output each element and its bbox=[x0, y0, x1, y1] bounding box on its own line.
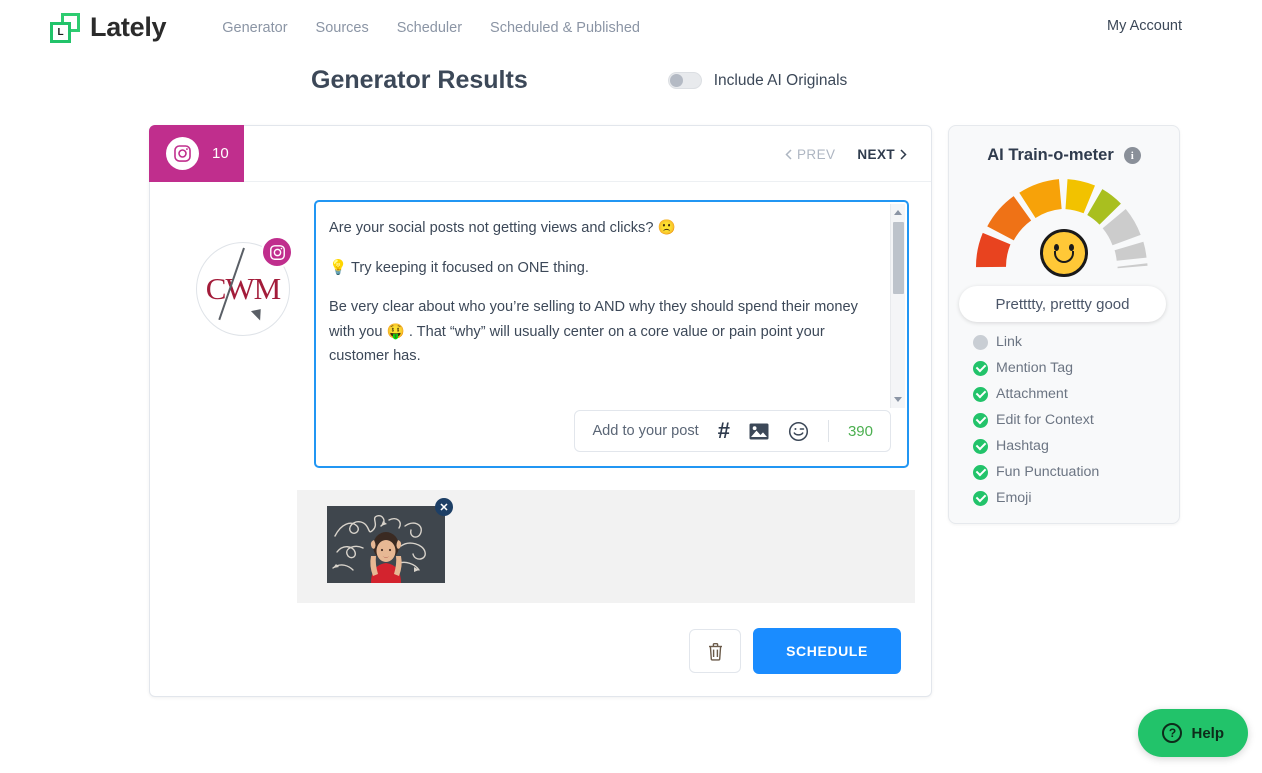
checklist-item-emoji: Emoji bbox=[973, 485, 1099, 511]
checklist-label: Emoji bbox=[996, 490, 1031, 506]
logo-front-square: L bbox=[50, 22, 71, 43]
checklist-item-link: Link bbox=[973, 329, 1099, 355]
ai-train-o-meter-panel: AI Train-o-meter i Pretttty, prettty goo… bbox=[948, 125, 1180, 524]
checklist-item-fun-punctuation: Fun Punctuation bbox=[973, 459, 1099, 485]
smiley-eye-left bbox=[1054, 244, 1059, 251]
editor-column: Are your social posts not getting views … bbox=[314, 200, 909, 468]
include-ai-originals-toggle[interactable] bbox=[668, 72, 702, 89]
avatar: CWM bbox=[196, 242, 290, 336]
attachment-thumbnail[interactable] bbox=[327, 506, 445, 583]
hashtag-icon[interactable]: # bbox=[718, 418, 730, 444]
info-icon[interactable]: i bbox=[1124, 147, 1141, 164]
checklist-item-attachment: Attachment bbox=[973, 381, 1099, 407]
toggle-knob bbox=[670, 74, 683, 87]
checklist-label: Edit for Context bbox=[996, 412, 1094, 428]
help-label: Help bbox=[1191, 725, 1224, 742]
nav-item-generator[interactable]: Generator bbox=[222, 20, 287, 36]
prev-button[interactable]: PREV bbox=[785, 147, 835, 162]
avatar-arrow-decoration bbox=[251, 309, 263, 322]
unchecked-circle-icon bbox=[973, 335, 988, 350]
check-circle-icon bbox=[973, 387, 988, 402]
include-ai-originals-label: Include AI Originals bbox=[714, 72, 848, 90]
scrollbar-thumb[interactable] bbox=[893, 222, 904, 294]
toolbar-divider bbox=[828, 420, 829, 442]
channel-post-count: 10 bbox=[212, 145, 229, 162]
card-action-buttons: SCHEDULE bbox=[689, 628, 901, 674]
page-title: Generator Results bbox=[311, 66, 528, 95]
logo-letter: L bbox=[57, 28, 63, 38]
checklist-item-hashtag: Hashtag bbox=[973, 433, 1099, 459]
meter-header: AI Train-o-meter i bbox=[949, 146, 1179, 165]
attachment-area: ✕ bbox=[297, 490, 915, 603]
remove-attachment-button[interactable]: ✕ bbox=[435, 498, 453, 516]
checklist-label: Hashtag bbox=[996, 438, 1049, 454]
avatar-column: CWM bbox=[172, 200, 314, 468]
delete-button[interactable] bbox=[689, 629, 741, 673]
prev-label: PREV bbox=[797, 147, 835, 162]
smiley-face-icon bbox=[1040, 229, 1088, 277]
checklist-item-mention-tag: Mention Tag bbox=[973, 355, 1099, 381]
chevron-right-icon bbox=[900, 149, 907, 160]
checklist-item-edit-for-context: Edit for Context bbox=[973, 407, 1099, 433]
trash-icon bbox=[707, 642, 724, 661]
nav-item-scheduled-published[interactable]: Scheduled & Published bbox=[490, 20, 640, 36]
post-line-2: 💡 Try keeping it focused on ONE thing. bbox=[329, 256, 881, 281]
editor-scrollbar[interactable] bbox=[890, 204, 905, 408]
checklist-label: Attachment bbox=[996, 386, 1068, 402]
post-editor[interactable]: Are your social posts not getting views … bbox=[314, 200, 909, 468]
nav-item-sources[interactable]: Sources bbox=[316, 20, 369, 36]
check-circle-icon bbox=[973, 361, 988, 376]
my-account-link[interactable]: My Account bbox=[1107, 18, 1182, 34]
smiley-mouth bbox=[1054, 251, 1074, 263]
character-count: 390 bbox=[848, 423, 873, 440]
check-circle-icon bbox=[973, 491, 988, 506]
page-header: Generator Results Include AI Originals bbox=[0, 66, 1262, 95]
generator-result-card: 10 PREV NEXT CWM bbox=[149, 125, 932, 697]
card-header: 10 PREV NEXT bbox=[150, 126, 931, 182]
next-button[interactable]: NEXT bbox=[857, 147, 907, 162]
checklist-label: Link bbox=[996, 334, 1022, 350]
nav-item-scheduler[interactable]: Scheduler bbox=[397, 20, 462, 36]
add-to-post-label: Add to your post bbox=[592, 423, 698, 439]
next-label: NEXT bbox=[857, 147, 895, 162]
scroll-down-arrow-icon[interactable] bbox=[894, 397, 902, 402]
lately-logo-icon: L bbox=[50, 13, 80, 43]
brand-name: Lately bbox=[90, 12, 166, 43]
avatar-instagram-badge-icon bbox=[261, 236, 293, 268]
meter-checklist: Link Mention Tag Attachment Edit for Con… bbox=[973, 329, 1099, 511]
check-circle-icon bbox=[973, 413, 988, 428]
post-line-3: Be very clear about who you’re selling t… bbox=[329, 295, 881, 369]
smiley-eye-right bbox=[1069, 244, 1074, 251]
check-circle-icon bbox=[973, 465, 988, 480]
image-icon[interactable] bbox=[749, 423, 769, 440]
meter-gauge bbox=[949, 173, 1179, 281]
composer-row: CWM Are your social posts not getting vi… bbox=[150, 182, 931, 468]
checklist-label: Fun Punctuation bbox=[996, 464, 1099, 480]
result-pager: PREV NEXT bbox=[785, 126, 907, 182]
include-ai-originals-control: Include AI Originals bbox=[668, 72, 848, 90]
main-nav: Generator Sources Scheduler Scheduled & … bbox=[222, 20, 640, 36]
emoji-icon[interactable] bbox=[788, 421, 809, 442]
instagram-icon bbox=[166, 137, 199, 170]
check-circle-icon bbox=[973, 439, 988, 454]
help-button[interactable]: ? Help bbox=[1138, 709, 1248, 757]
channel-tab-instagram[interactable]: 10 bbox=[149, 125, 244, 182]
top-navigation-bar: L Lately Generator Sources Scheduler Sch… bbox=[0, 0, 1262, 55]
meter-verdict-label: Pretttty, prettty good bbox=[959, 286, 1166, 322]
avatar-initials: CWM bbox=[206, 271, 281, 307]
add-to-post-row: Add to your post # bbox=[316, 410, 907, 466]
post-line-1: Are your social posts not getting views … bbox=[329, 216, 881, 241]
post-text-content[interactable]: Are your social posts not getting views … bbox=[316, 202, 907, 410]
chevron-left-icon bbox=[785, 149, 792, 160]
scroll-up-arrow-icon[interactable] bbox=[894, 210, 902, 215]
question-circle-icon: ? bbox=[1162, 723, 1182, 743]
checklist-label: Mention Tag bbox=[996, 360, 1073, 376]
schedule-button[interactable]: SCHEDULE bbox=[753, 628, 901, 674]
add-to-post-toolbar: Add to your post # bbox=[574, 410, 891, 452]
meter-title: AI Train-o-meter bbox=[987, 146, 1114, 165]
brand-logo[interactable]: L Lately bbox=[50, 12, 166, 43]
